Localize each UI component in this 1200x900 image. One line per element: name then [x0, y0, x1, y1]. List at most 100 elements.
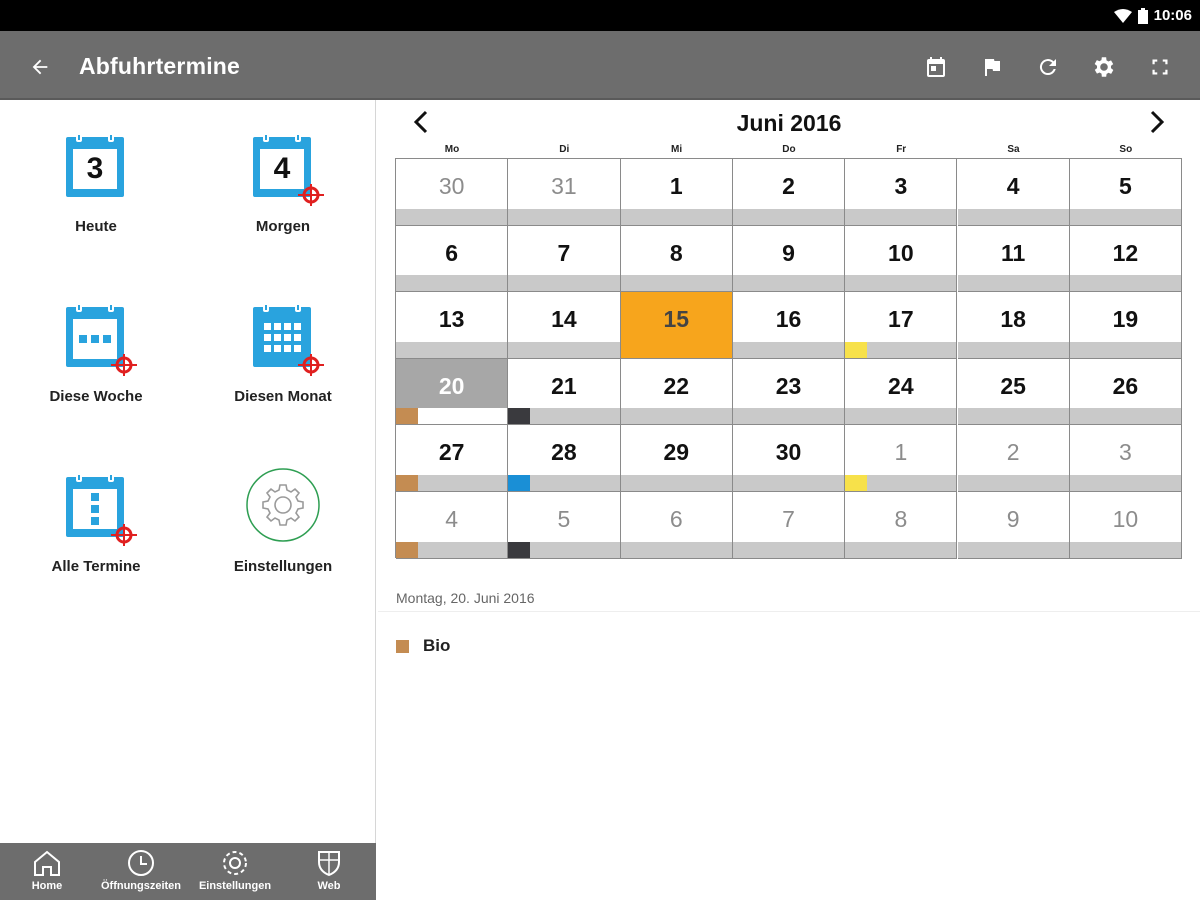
alert-badge-icon	[111, 354, 137, 376]
day-cell[interactable]: 9	[732, 225, 846, 293]
shortcut-panel: 3 Heute 4 Morgen Diese Woche Diesen Mona…	[0, 100, 376, 900]
tile-diesen-monat[interactable]: Diesen Monat	[193, 270, 373, 420]
day-cell[interactable]: 17	[845, 292, 958, 359]
day-number: 24	[888, 372, 914, 399]
day-cell[interactable]: 23	[732, 358, 846, 426]
day-cell[interactable]: 31	[508, 159, 621, 226]
day-cell[interactable]: 25	[957, 358, 1070, 426]
nav-web-label: Web	[317, 880, 341, 892]
day-number: 12	[1112, 239, 1139, 266]
chevron-right-icon[interactable]	[1142, 108, 1170, 136]
day-cell-today[interactable]: 15	[620, 292, 733, 359]
day-cell[interactable]: 3	[845, 159, 958, 226]
day-number: 30	[438, 173, 465, 199]
day-cell[interactable]: 27	[396, 425, 509, 492]
day-cell-selected[interactable]: 20	[396, 358, 509, 426]
day-number: 6	[445, 239, 459, 266]
day-number: 7	[782, 506, 795, 532]
today-button[interactable]	[920, 51, 952, 83]
day-cell[interactable]: 10	[845, 225, 958, 293]
day-cell[interactable]: 9	[957, 492, 1070, 559]
calendar-grid: 30 31 1 2 3 4 5 6 7 8 9 10 11 12 13 14 15 16 17 18 19 20 21 22 2…	[395, 158, 1183, 559]
day-cell[interactable]: 4	[396, 492, 509, 559]
day-cell[interactable]: 5	[508, 492, 621, 559]
day-cell[interactable]: 26	[1069, 358, 1183, 426]
day-number: 15	[663, 306, 690, 333]
day-cell[interactable]: 6	[620, 492, 733, 559]
day-number: 26	[1112, 372, 1139, 399]
tile-label: Diesen Monat	[234, 388, 332, 405]
flag-icon	[985, 59, 1000, 76]
day-number: 9	[1006, 506, 1020, 532]
day-cell[interactable]: 19	[1069, 292, 1183, 359]
day-cell[interactable]: 10	[1069, 492, 1183, 559]
day-cell[interactable]: 13	[396, 292, 509, 359]
event-strip	[845, 275, 957, 292]
day-cell[interactable]: 1	[845, 425, 958, 492]
tile-morgen[interactable]: 4 Morgen	[193, 100, 373, 250]
event-strip	[732, 341, 845, 358]
day-cell[interactable]: 11	[957, 225, 1070, 293]
tile-einstellungen[interactable]: Einstellungen	[193, 440, 373, 590]
nav-web[interactable]: Web	[282, 843, 376, 900]
fullscreen-button[interactable]	[1144, 51, 1176, 83]
nav-home[interactable]: Home	[0, 843, 94, 900]
day-cell[interactable]: 8	[620, 225, 733, 293]
day-cell[interactable]: 3	[1069, 425, 1183, 492]
event-strip	[508, 208, 620, 225]
day-cell[interactable]: 24	[845, 358, 958, 426]
event-strip	[396, 275, 508, 292]
day-cell[interactable]: 22	[620, 358, 733, 426]
app-root: 10:06 Abfuhrtermine 3 Heute 4 Morgen Die…	[0, 0, 1200, 900]
day-cell[interactable]: 12	[1069, 225, 1183, 293]
day-number: 29	[663, 439, 690, 466]
day-cell[interactable]: 2	[957, 425, 1070, 492]
tile-label: Heute	[75, 218, 117, 235]
day-number: 5	[557, 506, 571, 532]
day-number: 8	[894, 506, 908, 532]
nav-home-label: Home	[31, 880, 63, 892]
event-strip	[508, 275, 620, 292]
day-number: 20	[438, 372, 465, 399]
day-number: 19	[1112, 306, 1139, 333]
gear-icon	[223, 851, 247, 875]
event-strip	[1069, 474, 1182, 491]
day-cell[interactable]: 28	[508, 425, 621, 492]
settings-button[interactable]	[1088, 51, 1120, 83]
day-cell[interactable]: 6	[396, 225, 509, 293]
day-cell[interactable]: 29	[620, 425, 733, 492]
day-cell[interactable]: 30	[732, 425, 846, 492]
day-cell[interactable]: 30	[396, 159, 509, 226]
day-cell[interactable]: 1	[620, 159, 733, 226]
home-icon	[34, 850, 60, 876]
nav-einstellungen[interactable]: Einstellungen	[188, 843, 282, 900]
day-number: 1	[894, 439, 908, 466]
day-cell[interactable]: 7	[732, 492, 846, 559]
event-strip	[957, 408, 1069, 425]
day-cell[interactable]: 7	[508, 225, 621, 293]
day-cell[interactable]: 8	[845, 492, 958, 559]
day-number: 4	[1006, 173, 1020, 199]
day-cell[interactable]: 18	[957, 292, 1070, 359]
app-title: Abfuhrtermine	[79, 53, 241, 79]
refresh-button[interactable]	[1032, 51, 1064, 83]
day-cell[interactable]: 4	[957, 159, 1070, 226]
nav-oeffnungszeiten[interactable]: Öffnungszeiten	[94, 843, 188, 900]
weekday-label: Fr	[896, 144, 907, 155]
day-number: 2	[1006, 439, 1020, 466]
tile-morgen-number: 4	[273, 152, 291, 185]
day-cell[interactable]: 21	[508, 358, 621, 426]
day-cell[interactable]: 2	[732, 159, 846, 226]
day-cell[interactable]: 5	[1069, 159, 1183, 226]
tile-alle-termine[interactable]: Alle Termine	[6, 440, 186, 590]
back-button[interactable]	[22, 49, 58, 85]
event-strip	[620, 408, 732, 425]
event-item[interactable]: Bio	[396, 636, 450, 656]
tile-heute[interactable]: 3 Heute	[6, 100, 186, 250]
day-cell[interactable]: 16	[732, 292, 846, 359]
alert-badge-icon	[298, 184, 324, 206]
status-bar: 10:06	[0, 0, 1200, 31]
day-cell[interactable]: 14	[508, 292, 621, 359]
tile-diese-woche[interactable]: Diese Woche	[6, 270, 186, 420]
flag-button[interactable]	[976, 51, 1008, 83]
